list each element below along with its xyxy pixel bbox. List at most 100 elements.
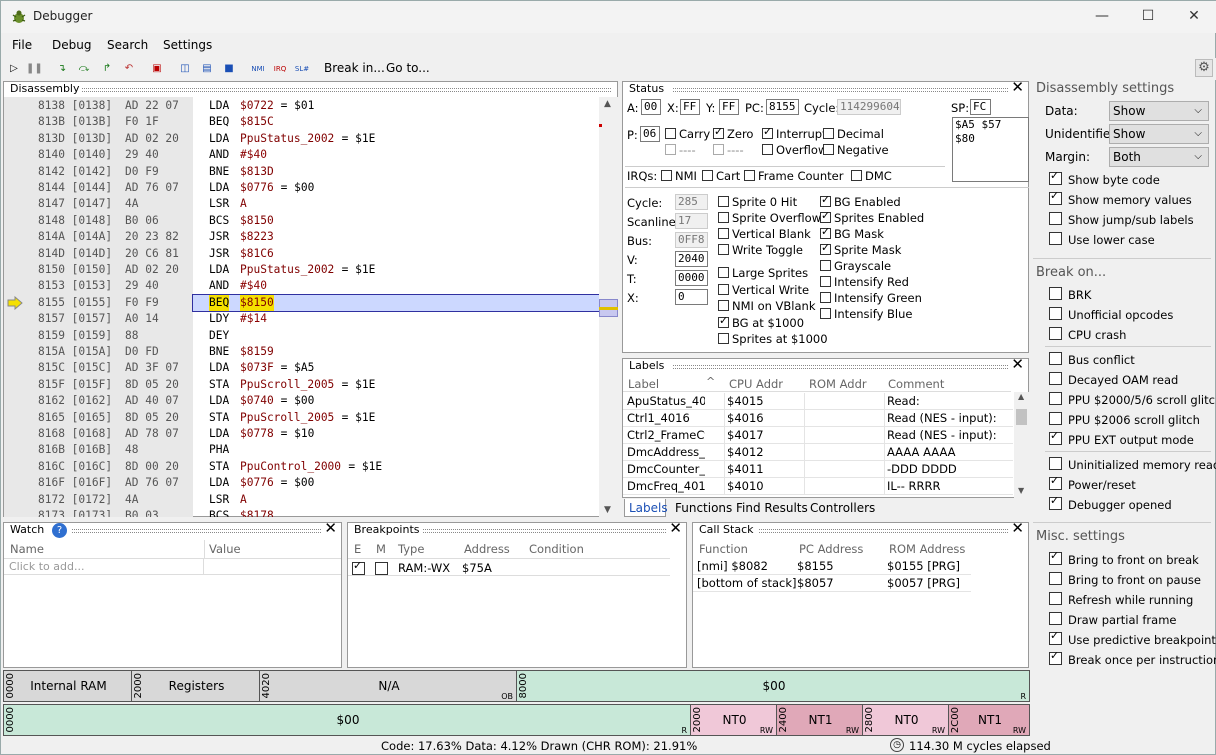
disasm-line[interactable]: 8147 [0147] 4A LSR A <box>4 196 601 212</box>
checkbox-box[interactable] <box>1049 572 1062 585</box>
irq-cart-checkbox[interactable]: Cart <box>702 169 740 183</box>
breakpoint-mark-checkbox[interactable] <box>375 562 388 575</box>
memory-block[interactable]: 4020 N/A OB <box>259 670 517 702</box>
disassembly-code[interactable]: 8138 [0138] AD 22 07 LDA $0722 = $01 813B [0… <box>4 96 601 517</box>
reg-a-field[interactable]: 00 <box>641 99 661 115</box>
disasm-line[interactable]: 8150 [0150] AD 02 20 LDA PpuStatus_2002 = $… <box>4 262 601 278</box>
data-select[interactable]: Show ⌵ <box>1109 101 1209 121</box>
col-label[interactable]: Label <box>628 377 659 391</box>
checkbox-box[interactable] <box>713 144 724 155</box>
fine-x-field[interactable]: 0 <box>675 289 708 305</box>
checkbox-box[interactable] <box>718 267 729 278</box>
tab-labels[interactable]: Labels <box>629 501 668 515</box>
checkbox-box[interactable] <box>820 260 831 271</box>
break-in-button[interactable]: Break in... <box>324 61 385 75</box>
checkbox-box[interactable] <box>1049 232 1062 245</box>
flag-decimal-checkbox[interactable]: Decimal <box>823 127 884 141</box>
go-to-button[interactable]: Go to... <box>386 61 430 75</box>
t-field[interactable]: 0000 <box>675 270 708 286</box>
disasm-line[interactable]: 8153 [0153] 29 40 AND #$40 <box>4 278 601 294</box>
checkbox-box[interactable] <box>1049 612 1062 625</box>
disasm-line[interactable]: 8162 [0162] AD 40 07 LDA $0740 = $00 <box>4 393 601 409</box>
option-decayed-oam-read-checkbox[interactable]: Decayed OAM read <box>1049 372 1178 387</box>
label-row[interactable]: DmcAddress_4012 $4012 AAAA AAAA <box>623 444 1013 461</box>
breakpoints-close-icon[interactable]: ✕ <box>669 521 682 536</box>
option-power-reset-checkbox[interactable]: Power/reset <box>1049 474 1136 492</box>
breakpoint-enabled-checkbox[interactable] <box>352 559 365 575</box>
continue-icon[interactable]: ▷ <box>6 61 22 77</box>
step-into-icon[interactable]: ↴ <box>54 61 70 77</box>
labels-scrollbar[interactable]: ▲ ▼ <box>1014 392 1029 498</box>
callstack-row[interactable]: [nmi] $8082 $8155 $0155 [PRG] <box>693 558 971 575</box>
memory-block[interactable]: 2000 Registers <box>131 670 260 702</box>
tab-find-results[interactable]: Find Results <box>736 501 808 515</box>
checkbox-box[interactable] <box>1049 392 1062 405</box>
ppu-nmi-on-vblank-checkbox[interactable]: NMI on VBlank <box>718 299 816 313</box>
v-field[interactable]: 2040 <box>675 251 708 267</box>
stack-view[interactable]: $A5 $57 $80 <box>952 117 1029 182</box>
ppu-large-sprites-checkbox[interactable]: Large Sprites <box>718 266 808 280</box>
ppu-sprite-overflow-checkbox[interactable]: Sprite Overflow <box>718 211 821 225</box>
disassembly-scrollbar[interactable]: ▲ ▼ <box>599 97 618 517</box>
option-show-byte-code-checkbox[interactable]: Show byte code <box>1049 169 1160 187</box>
disasm-line[interactable]: 8142 [0142] D0 F9 BNE $813D <box>4 164 601 180</box>
checkbox-box[interactable] <box>1049 629 1062 645</box>
checkbox-box[interactable] <box>718 196 729 207</box>
flag-interrupt-checkbox[interactable]: Interrupt <box>762 125 827 141</box>
disasm-line[interactable]: 816B [016B] 48 PHA <box>4 442 601 458</box>
ppu-sprites-at-1000-checkbox[interactable]: Sprites at $1000 <box>718 332 828 346</box>
option-ppu-2000-5-6-scroll-glitch-checkbox[interactable]: PPU $2000/5/6 scroll glitch <box>1049 392 1216 407</box>
option-bus-conflict-checkbox[interactable]: Bus conflict <box>1049 352 1135 367</box>
labels-close-icon[interactable]: ✕ <box>1011 357 1024 372</box>
callstack-close-icon[interactable]: ✕ <box>1011 521 1024 536</box>
checkbox-box[interactable] <box>1049 372 1062 385</box>
checkbox-box[interactable] <box>1049 412 1062 425</box>
ppu-vertical-write-checkbox[interactable]: Vertical Write <box>718 283 809 297</box>
checkbox-box[interactable] <box>718 283 729 295</box>
option-show-jump-sub-labels-checkbox[interactable]: Show jump/sub labels <box>1049 212 1194 227</box>
memory-block[interactable]: 0000 $00 R <box>3 704 691 736</box>
flag-zero-checkbox[interactable]: Zero <box>713 125 753 141</box>
flag-negative-checkbox[interactable]: Negative <box>823 143 889 157</box>
checkbox-box[interactable] <box>762 144 773 155</box>
flag--checkbox[interactable]: ---- <box>665 143 696 157</box>
run-to-icon[interactable]: ▣ <box>149 61 165 77</box>
run-ppu-cycle-icon[interactable]: ◫ <box>177 61 193 77</box>
checkbox-box[interactable] <box>820 209 831 223</box>
irq-nmi-checkbox[interactable]: NMI <box>661 169 697 183</box>
tab-functions[interactable]: Functions <box>675 501 732 515</box>
checkbox-box[interactable] <box>718 212 729 223</box>
checkbox-box[interactable] <box>1049 169 1062 185</box>
ppu-write-toggle-checkbox[interactable]: Write Toggle <box>718 243 803 257</box>
status-close-icon[interactable]: ✕ <box>1011 80 1024 95</box>
disasm-line[interactable]: 813B [013B] F0 1F BEQ $815C <box>4 114 601 130</box>
disasm-line[interactable]: 8138 [0138] AD 22 07 LDA $0722 = $01 <box>4 98 601 114</box>
disasm-line[interactable]: 816C [016C] 8D 00 20 STA PpuControl_2000 = … <box>4 459 601 475</box>
checkbox-box[interactable] <box>762 125 773 139</box>
disasm-line[interactable]: 8148 [0148] B0 06 BCS $8150 <box>4 213 601 229</box>
reg-y-field[interactable]: FF <box>719 99 739 115</box>
checkbox-box[interactable] <box>820 292 831 303</box>
checkbox-box[interactable] <box>1049 549 1062 565</box>
checkbox-box[interactable] <box>820 241 831 255</box>
checkbox-box[interactable] <box>1049 189 1062 205</box>
label-row[interactable]: Ctrl1_4016 $4016 Read (NES - input): <box>623 410 1013 427</box>
disasm-line[interactable]: 815A [015A] D0 FD BNE $8159 <box>4 344 601 360</box>
irq-dmc-checkbox[interactable]: DMC <box>851 169 892 183</box>
checkbox-box[interactable] <box>851 170 862 181</box>
label-row[interactable]: DmcFreq_4010 $4010 IL-- RRRR <box>623 478 1013 495</box>
checkbox-box[interactable] <box>665 144 676 155</box>
breakpoint-row[interactable]: RAM:-WX $75A <box>348 558 670 576</box>
ppu-intensify-blue-checkbox[interactable]: Intensify Blue <box>820 307 913 321</box>
callstack-row[interactable]: [bottom of stack] $8057 $0057 [PRG] <box>693 575 971 592</box>
checkbox-box[interactable] <box>665 128 676 139</box>
disasm-line[interactable]: 8144 [0144] AD 76 07 LDA $0776 = $00 <box>4 180 601 196</box>
option-break-once-per-instruction-checkbox[interactable]: Break once per instruction <box>1049 649 1216 667</box>
checkbox-box[interactable] <box>1049 457 1062 470</box>
break-scanline-icon[interactable]: SL# <box>293 61 311 77</box>
run-scanline-icon[interactable]: ▤ <box>199 61 215 77</box>
ppu-sprite-0-hit-checkbox[interactable]: Sprite 0 Hit <box>718 195 797 209</box>
option-ppu-2006-scroll-glitch-checkbox[interactable]: PPU $2006 scroll glitch <box>1049 412 1200 427</box>
minimize-button[interactable]: — <box>1087 5 1117 27</box>
checkbox-box[interactable] <box>1049 494 1062 510</box>
